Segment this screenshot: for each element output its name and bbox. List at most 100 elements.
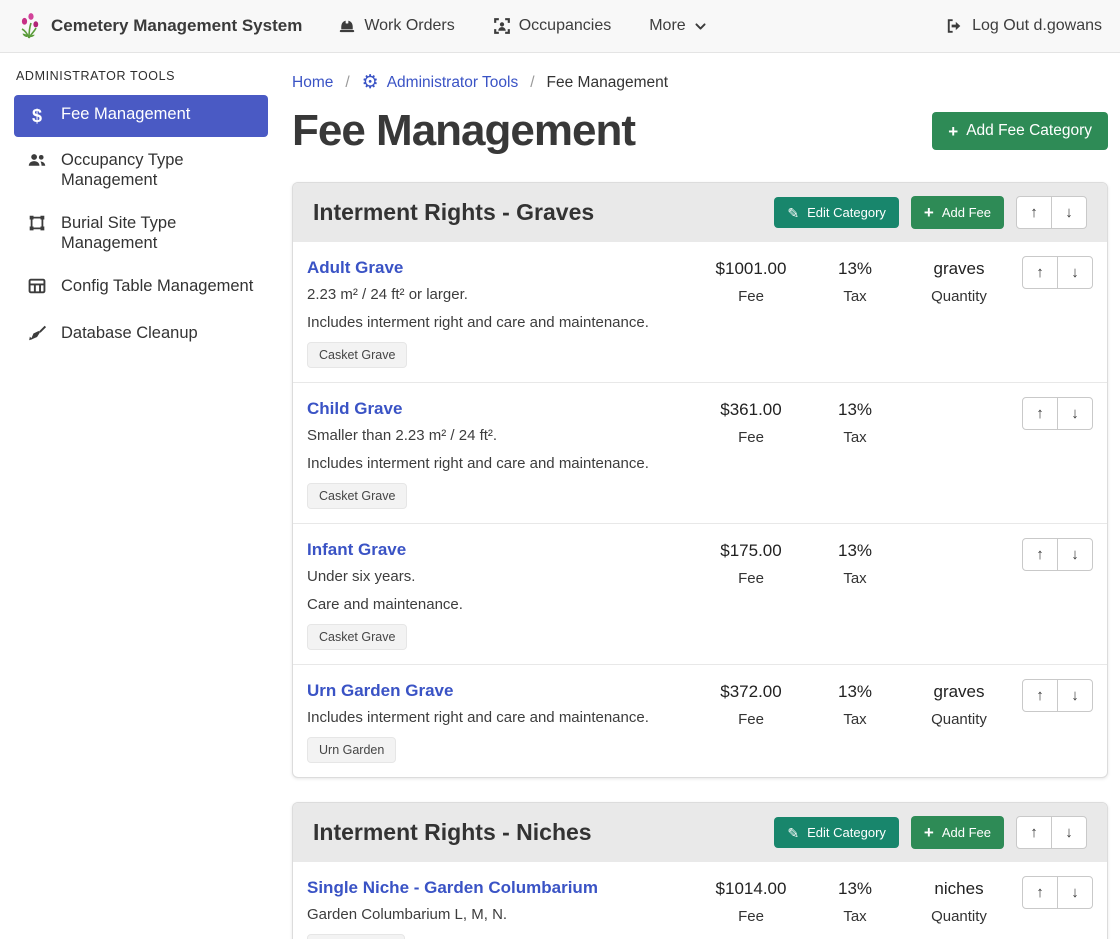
- tax-column: 13% Tax: [803, 876, 907, 925]
- broom-icon: [26, 323, 48, 348]
- quantity-value: niches: [907, 879, 1011, 899]
- fee-description: Includes interment right and care and ma…: [307, 455, 691, 472]
- fee-type-badge: Columbarium: [307, 934, 405, 939]
- breadcrumb-admin-tools-link[interactable]: ⚙ Administrator Tools: [362, 73, 519, 92]
- nav-occupancies[interactable]: Occupancies: [493, 17, 612, 35]
- sidebar-item-fee-management[interactable]: $ Fee Management: [14, 95, 268, 137]
- edit-category-button[interactable]: ✎ Edit Category: [774, 817, 899, 848]
- fee-row: Single Niche - Garden Columbarium Garden…: [293, 862, 1107, 939]
- fee-amount: $372.00: [699, 682, 803, 702]
- add-fee-button[interactable]: + Add Fee: [911, 196, 1004, 229]
- fee-name-link[interactable]: Adult Grave: [307, 258, 403, 278]
- nav-more-menu[interactable]: More: [649, 17, 706, 35]
- pencil-icon: ✎: [787, 206, 799, 220]
- fee-category-card-graves: Interment Rights - Graves ✎ Edit Categor…: [292, 182, 1108, 778]
- tax-column: 13% Tax: [803, 397, 907, 446]
- edit-category-label: Edit Category: [807, 205, 886, 220]
- add-fee-category-button[interactable]: + Add Fee Category: [932, 112, 1108, 150]
- move-fee-up-button[interactable]: ↑: [1022, 876, 1058, 909]
- fee-reorder-group: ↑ ↓: [1022, 538, 1093, 571]
- fee-amount-column: $372.00 Fee: [699, 679, 803, 728]
- fee-amount-label: Fee: [699, 288, 803, 305]
- plus-icon: +: [924, 824, 934, 841]
- fee-type-badge: Casket Grave: [307, 342, 407, 368]
- table-icon: [26, 276, 48, 301]
- move-fee-down-button[interactable]: ↓: [1057, 397, 1093, 430]
- move-fee-up-button[interactable]: ↑: [1022, 538, 1058, 571]
- sidebar-item-database-cleanup[interactable]: Database Cleanup: [14, 314, 268, 357]
- fee-type-badge: Casket Grave: [307, 483, 407, 509]
- category-title: Interment Rights - Niches: [313, 819, 762, 846]
- quantity-value: graves: [907, 682, 1011, 702]
- breadcrumb-current: Fee Management: [547, 74, 669, 92]
- tax-label: Tax: [803, 429, 907, 446]
- plus-icon: +: [948, 123, 958, 140]
- fee-reorder-group: ↑ ↓: [1022, 397, 1093, 430]
- move-fee-down-button[interactable]: ↓: [1057, 256, 1093, 289]
- nav-work-orders-label: Work Orders: [364, 17, 454, 35]
- main-content: Home / ⚙ Administrator Tools / Fee Manag…: [280, 53, 1120, 939]
- breadcrumb-separator: /: [530, 74, 534, 92]
- quantity-column: graves Quantity: [907, 256, 1011, 305]
- fee-name-link[interactable]: Child Grave: [307, 399, 402, 419]
- gear-icon: ⚙: [362, 73, 379, 92]
- quantity-column: graves Quantity: [907, 679, 1011, 728]
- quantity-column: niches Quantity: [907, 876, 1011, 925]
- category-header: Interment Rights - Niches ✎ Edit Categor…: [293, 803, 1107, 862]
- top-navbar: Cemetery Management System Work Orders O…: [0, 0, 1120, 53]
- fee-name-link[interactable]: Single Niche - Garden Columbarium: [307, 878, 598, 898]
- move-category-up-button[interactable]: ↑: [1016, 196, 1052, 229]
- logout-button[interactable]: Log Out d.gowans: [945, 17, 1102, 35]
- move-fee-up-button[interactable]: ↑: [1022, 679, 1058, 712]
- quantity-column: [907, 538, 1011, 550]
- tax-value: 13%: [803, 259, 907, 279]
- app-brand[interactable]: Cemetery Management System: [18, 12, 302, 40]
- fee-description: 2.23 m² / 24 ft² or larger.: [307, 286, 691, 303]
- logout-icon: [945, 17, 963, 35]
- breadcrumb-home-link[interactable]: Home: [292, 74, 333, 92]
- fee-type-badge: Urn Garden: [307, 737, 396, 763]
- add-fee-button[interactable]: + Add Fee: [911, 816, 1004, 849]
- move-fee-up-button[interactable]: ↑: [1022, 397, 1058, 430]
- breadcrumb-admin-tools-label: Administrator Tools: [387, 74, 519, 92]
- fee-name-link[interactable]: Urn Garden Grave: [307, 681, 453, 701]
- fee-row: Child Grave Smaller than 2.23 m² / 24 ft…: [293, 382, 1107, 523]
- users-icon: [26, 150, 48, 175]
- move-fee-down-button[interactable]: ↓: [1057, 876, 1093, 909]
- tax-column: 13% Tax: [803, 679, 907, 728]
- tulip-logo-icon: [18, 12, 42, 40]
- category-reorder-group: ↑ ↓: [1016, 816, 1087, 849]
- fee-row: Adult Grave 2.23 m² / 24 ft² or larger. …: [293, 242, 1107, 382]
- fee-amount: $175.00: [699, 541, 803, 561]
- fee-type-badge: Casket Grave: [307, 624, 407, 650]
- breadcrumb: Home / ⚙ Administrator Tools / Fee Manag…: [292, 73, 1108, 92]
- move-fee-down-button[interactable]: ↓: [1057, 538, 1093, 571]
- fee-description: Garden Columbarium L, M, N.: [307, 906, 691, 923]
- sidebar-item-label: Database Cleanup: [61, 323, 198, 344]
- plus-icon: +: [924, 204, 934, 221]
- tax-label: Tax: [803, 711, 907, 728]
- move-fee-up-button[interactable]: ↑: [1022, 256, 1058, 289]
- fee-name-link[interactable]: Infant Grave: [307, 540, 406, 560]
- fee-amount-label: Fee: [699, 711, 803, 728]
- add-fee-category-label: Add Fee Category: [966, 122, 1092, 140]
- fee-row: Infant Grave Under six years. Care and m…: [293, 523, 1107, 664]
- sidebar-item-occupancy-type[interactable]: Occupancy Type Management: [14, 141, 268, 200]
- quantity-label: Quantity: [907, 711, 1011, 728]
- sidebar-item-config-table[interactable]: Config Table Management: [14, 267, 268, 310]
- app-title: Cemetery Management System: [51, 16, 302, 36]
- move-category-down-button[interactable]: ↓: [1051, 816, 1087, 849]
- fee-amount: $1014.00: [699, 879, 803, 899]
- tax-label: Tax: [803, 908, 907, 925]
- fee-amount: $1001.00: [699, 259, 803, 279]
- move-category-down-button[interactable]: ↓: [1051, 196, 1087, 229]
- fee-amount-column: $361.00 Fee: [699, 397, 803, 446]
- move-category-up-button[interactable]: ↑: [1016, 816, 1052, 849]
- edit-category-button[interactable]: ✎ Edit Category: [774, 197, 899, 228]
- fee-reorder-group: ↑ ↓: [1022, 679, 1093, 712]
- move-fee-down-button[interactable]: ↓: [1057, 679, 1093, 712]
- sidebar-item-burial-site-type[interactable]: Burial Site Type Management: [14, 204, 268, 263]
- fee-amount-label: Fee: [699, 908, 803, 925]
- nav-work-orders[interactable]: Work Orders: [338, 17, 454, 35]
- tax-column: 13% Tax: [803, 538, 907, 587]
